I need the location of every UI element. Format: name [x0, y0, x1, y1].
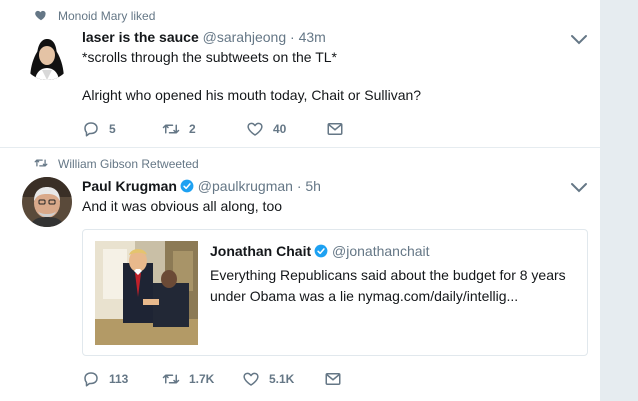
quoted-tweet[interactable]: Jonathan Chait @jonathanchait Everything… — [82, 229, 588, 356]
social-context: William Gibson Retweeted — [34, 157, 199, 171]
heart-icon — [35, 10, 46, 21]
page-background — [600, 0, 638, 401]
avatar-photo — [22, 177, 72, 227]
user-handle[interactable]: @paulkrugman — [198, 178, 293, 194]
social-context-text: Monoid Mary liked — [58, 9, 156, 23]
timestamp[interactable]: · 5h — [297, 178, 321, 194]
reply-count: 113 — [109, 372, 129, 386]
photo-thumbnail — [95, 241, 198, 345]
quoted-user-handle: @jonathanchait — [332, 243, 430, 259]
quoted-tweet-header: Jonathan Chait @jonathanchait — [210, 243, 430, 259]
social-context-text: William Gibson Retweeted — [58, 157, 199, 171]
timestamp[interactable]: · 43m — [290, 29, 326, 45]
retweet-count: 2 — [189, 122, 196, 136]
like-button[interactable]: 40 — [246, 120, 286, 138]
avatar-photo — [22, 30, 72, 80]
quoted-tweet-text: Everything Republicans said about the bu… — [210, 267, 566, 304]
retweet-button[interactable]: 2 — [162, 120, 196, 138]
reply-count: 5 — [109, 122, 116, 136]
quoted-tweet-image[interactable] — [95, 241, 198, 345]
tweet-header: Paul Krugman @paulkrugman · 5h — [82, 178, 321, 194]
reply-button[interactable]: 113 — [82, 370, 128, 388]
envelope-icon — [325, 373, 341, 385]
quoted-display-name: Jonathan Chait — [210, 243, 312, 259]
like-count: 40 — [273, 122, 287, 136]
tweet-text: And it was obvious all along, too — [82, 198, 283, 214]
retweet-count: 1.7K — [189, 372, 215, 386]
direct-message-button[interactable] — [326, 120, 344, 138]
verified-badge-icon — [314, 244, 328, 258]
avatar[interactable] — [22, 30, 72, 80]
heart-icon — [243, 372, 259, 386]
retweet-icon — [162, 374, 180, 384]
retweet-button[interactable]: 1.7K — [162, 370, 214, 388]
like-count: 5.1K — [269, 372, 295, 386]
reply-button[interactable]: 5 — [82, 120, 116, 138]
reply-icon — [84, 372, 98, 387]
social-context: Monoid Mary liked — [35, 9, 156, 23]
tweet[interactable]: William Gibson Retweeted Paul Krugman @p… — [0, 149, 600, 401]
tweet-header: laser is the sauce @sarahjeong · 43m — [82, 29, 326, 45]
chevron-down-icon[interactable] — [570, 34, 588, 46]
direct-message-button[interactable] — [324, 370, 342, 388]
retweet-icon — [162, 124, 180, 134]
avatar[interactable] — [22, 177, 72, 227]
display-name[interactable]: Paul Krugman — [82, 178, 177, 194]
like-button[interactable]: 5.1K — [242, 370, 294, 388]
retweet-icon — [34, 159, 48, 167]
chevron-down-icon[interactable] — [570, 182, 588, 194]
reply-icon — [84, 122, 98, 137]
verified-badge-icon — [180, 179, 194, 193]
timeline: Monoid Mary liked laser is the sauce @sa… — [0, 0, 600, 401]
heart-icon — [247, 122, 263, 136]
envelope-icon — [327, 123, 343, 135]
tweet-text: *scrolls through the subtweets on the TL… — [82, 49, 422, 103]
tweet[interactable]: Monoid Mary liked laser is the sauce @sa… — [0, 0, 600, 148]
display-name[interactable]: laser is the sauce — [82, 29, 199, 45]
user-handle[interactable]: @sarahjeong — [203, 29, 287, 45]
